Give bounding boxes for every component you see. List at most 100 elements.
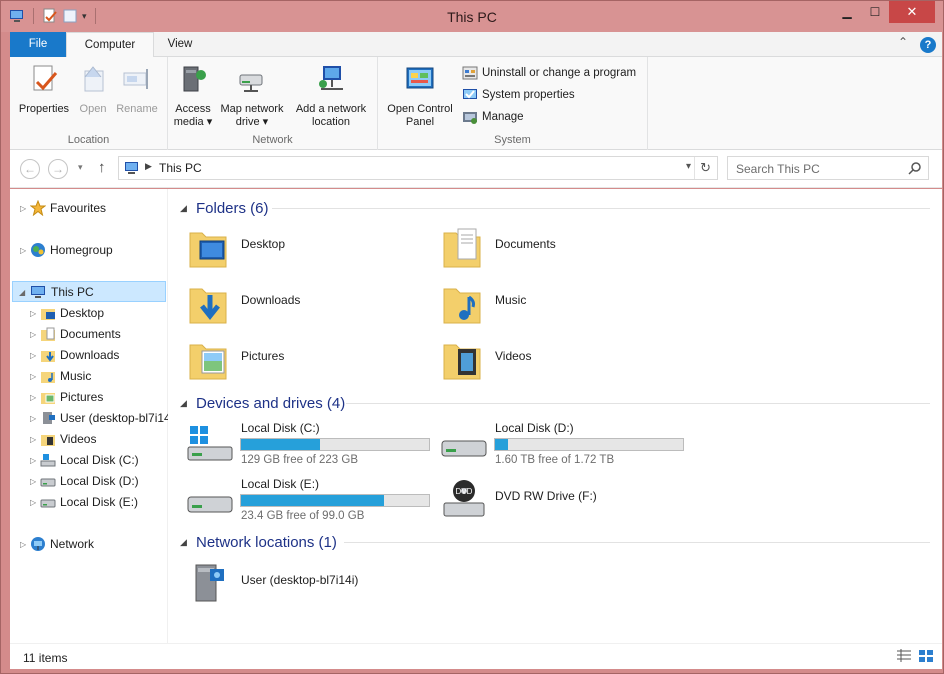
folder-item-documents[interactable]: Documents — [430, 223, 670, 275]
properties-label: Properties — [18, 103, 70, 115]
tree-item-pictures[interactable]: ▷ Pictures — [28, 387, 168, 408]
expand-arrow-icon[interactable]: ▷ — [30, 366, 40, 387]
expand-ribbon-icon[interactable]: ⌃ — [898, 35, 908, 49]
tree-label: Music — [60, 369, 92, 383]
address-dropdown-icon[interactable]: ▾ — [686, 161, 691, 172]
collapse-section-icon[interactable]: ◢ — [180, 537, 194, 548]
section-divider — [272, 208, 930, 209]
documents-folder-icon — [443, 228, 481, 268]
manage-icon — [463, 112, 477, 124]
search-input[interactable]: Search This PC — [736, 162, 820, 176]
expand-arrow-icon[interactable]: ▷ — [30, 345, 40, 366]
open-button[interactable]: Open — [74, 63, 112, 116]
tree-item-videos[interactable]: ▷ Videos — [28, 429, 168, 450]
drive-free-space: 23.4 GB free of 99.0 GB — [241, 510, 365, 522]
ribbon-group-network: Access media ▾ Map network drive ▾ Add a… — [168, 57, 378, 150]
folder-item-videos[interactable]: Videos — [430, 335, 670, 387]
map-network-drive-button[interactable]: Map network drive ▾ — [216, 63, 288, 129]
tree-item-user-network[interactable]: ▷ User (desktop-bl7i14i) — [28, 408, 168, 429]
tree-item-music[interactable]: ▷ Music — [28, 366, 168, 387]
tree-item-disk-c[interactable]: ▷ Local Disk (C:) — [28, 450, 168, 471]
details-view-icon[interactable] — [896, 649, 912, 663]
uninstall-program-button[interactable]: Uninstall or change a program — [462, 65, 636, 81]
tree-item-desktop[interactable]: ▷ Desktop — [28, 303, 168, 324]
network-location-item[interactable]: User (desktop-bl7i14i) — [176, 559, 416, 611]
network-location-label: User (desktop-bl7i14i) — [241, 573, 359, 587]
system-properties-button[interactable]: System properties — [462, 87, 575, 103]
tree-item-homegroup[interactable]: ▷ Homegroup — [18, 240, 166, 261]
drive-item[interactable]: Local Disk (E:) 23.4 GB free of 99.0 GB — [176, 477, 430, 527]
expand-arrow-icon[interactable]: ▷ — [30, 387, 40, 408]
drive-usage-fill — [241, 439, 320, 450]
breadcrumb-chevron-icon[interactable]: ▶ — [145, 161, 152, 172]
tree-item-disk-e[interactable]: ▷ Local Disk (E:) — [28, 492, 168, 513]
collapse-section-icon[interactable]: ◢ — [180, 398, 194, 409]
forward-button[interactable]: → — [48, 159, 68, 179]
group-label-network: Network — [252, 134, 293, 146]
refresh-icon[interactable]: ↻ — [700, 160, 711, 176]
add-network-location-button[interactable]: Add a network location — [290, 63, 372, 129]
open-label: Open — [79, 103, 107, 115]
tree-item-network[interactable]: ▷ Network — [18, 534, 166, 555]
network-share-icon — [43, 412, 55, 424]
tree-item-documents[interactable]: ▷ Documents — [28, 324, 168, 345]
expand-arrow-icon[interactable]: ▷ — [30, 324, 40, 345]
expand-arrow-icon[interactable]: ▷ — [30, 492, 40, 513]
access-media-button[interactable]: Access media ▾ — [172, 63, 214, 129]
drive-name: Local Disk (D:) — [495, 421, 574, 435]
minimize-button[interactable]: ▁ — [833, 1, 861, 23]
network-share-icon — [195, 564, 224, 602]
expand-arrow-icon[interactable]: ▷ — [20, 534, 30, 555]
section-devices[interactable]: ◢ Devices and drives (4) — [176, 393, 936, 413]
title-bar: ▾ This PC ▁ ☐ ✕ — [1, 1, 943, 32]
tree-item-this-pc[interactable]: ◢ This PC — [12, 281, 166, 302]
back-button[interactable]: ← — [20, 159, 40, 179]
folder-item-desktop[interactable]: Desktop — [176, 223, 416, 275]
drive-name: DVD RW Drive (F:) — [495, 489, 597, 503]
tree-item-disk-d[interactable]: ▷ Local Disk (D:) — [28, 471, 168, 492]
drive-item[interactable]: Local Disk (D:) 1.60 TB free of 1.72 TB — [430, 421, 684, 471]
large-icons-view-icon[interactable] — [918, 649, 934, 663]
expand-arrow-icon[interactable]: ▷ — [20, 240, 30, 261]
search-icon[interactable] — [908, 161, 922, 175]
drive-item[interactable]: DVD DVD RW Drive (F:) — [430, 477, 680, 527]
properties-button[interactable]: Properties — [16, 63, 72, 116]
hard-drive-icon — [187, 496, 233, 513]
help-icon[interactable]: ? — [920, 37, 936, 53]
tree-item-downloads[interactable]: ▷ Downloads — [28, 345, 168, 366]
folder-item-downloads[interactable]: Downloads — [176, 279, 416, 331]
tab-file[interactable]: File — [10, 32, 66, 57]
expand-arrow-icon[interactable]: ▷ — [30, 429, 40, 450]
control-panel-label-1: Open Control — [387, 103, 453, 115]
expand-arrow-icon[interactable]: ▷ — [20, 198, 30, 219]
address-bar[interactable]: ▶ This PC ▾ ↻ — [118, 156, 718, 180]
section-network-locations[interactable]: ◢ Network locations (1) — [176, 532, 936, 552]
tree-label: Favourites — [50, 201, 107, 215]
expand-arrow-icon[interactable]: ▷ — [30, 471, 40, 492]
tab-view[interactable]: View — [154, 32, 206, 57]
expand-arrow-icon[interactable]: ▷ — [30, 450, 40, 471]
tree-label: Pictures — [60, 390, 104, 404]
expand-arrow-icon[interactable]: ▷ — [30, 408, 40, 429]
drive-item[interactable]: Local Disk (C:) 129 GB free of 223 GB — [176, 421, 430, 471]
manage-button[interactable]: Manage — [462, 109, 524, 125]
recent-locations-chevron-icon[interactable]: ▾ — [78, 162, 83, 173]
open-control-panel-button[interactable]: Open Control Panel — [382, 63, 458, 129]
breadcrumb[interactable]: This PC — [159, 161, 202, 175]
collapse-arrow-icon[interactable]: ◢ — [19, 282, 29, 301]
up-button[interactable]: ↑ — [98, 159, 106, 176]
collapse-section-icon[interactable]: ◢ — [180, 203, 194, 214]
folder-item-pictures[interactable]: Pictures — [176, 335, 416, 387]
section-title: Devices and drives (4) — [196, 394, 346, 412]
maximize-button[interactable]: ☐ — [861, 1, 889, 23]
folder-item-music[interactable]: Music — [430, 279, 670, 331]
section-folders[interactable]: ◢ Folders (6) — [176, 198, 936, 218]
close-button[interactable]: ✕ — [889, 1, 935, 23]
search-box[interactable]: Search This PC — [727, 156, 929, 180]
expand-arrow-icon[interactable]: ▷ — [30, 303, 40, 324]
system-properties-label: System properties — [482, 89, 575, 101]
tree-item-favourites[interactable]: ▷ Favourites — [18, 198, 166, 219]
rename-button[interactable]: Rename — [114, 63, 160, 116]
hard-drive-icon — [441, 440, 487, 457]
tab-computer[interactable]: Computer — [66, 32, 154, 58]
